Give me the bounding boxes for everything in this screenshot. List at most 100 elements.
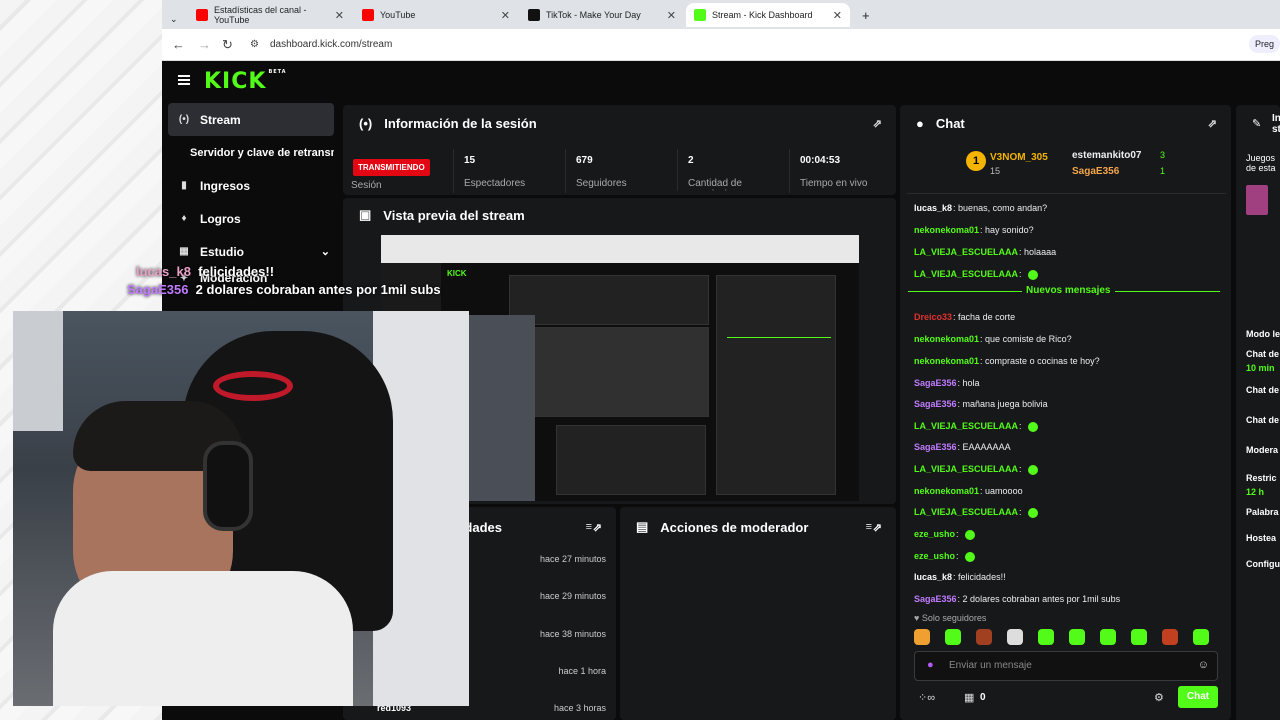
emote-bar[interactable] [914,629,1224,647]
tab-youtube[interactable]: YouTube ✕ [354,3,518,27]
chat-username[interactable]: LA_VIEJA_ESCUELAAA [914,464,1018,474]
chat-title: Chat [935,115,965,131]
forward-icon[interactable]: → [198,37,211,52]
sidebar-item-ingresos[interactable]: ▮ Ingresos [168,169,334,202]
emote-icon [1028,269,1039,280]
chat-icon: ● [916,115,924,131]
mic-icon[interactable]: ● [927,659,934,671]
back-icon[interactable]: ← [172,37,185,52]
chat-username[interactable]: lucas_k8 [914,572,952,582]
headphones [203,441,253,531]
chat-message: nekonekoma01: uamoooo [914,486,1023,496]
new-tab-button[interactable]: + [854,3,878,27]
popout-icon[interactable]: ⇗ [873,521,882,534]
points-count: 0 [980,692,986,703]
activity-time: hace 1 hora [558,666,606,676]
popout-icon[interactable]: ⇗ [873,117,882,130]
preview-icon: ▣ [359,207,372,222]
chat-username[interactable]: eze_usho [914,551,955,561]
chat-username[interactable]: lucas_k8 [914,203,952,213]
menu-icon[interactable] [178,75,190,85]
setting-item[interactable]: 10 min [1246,363,1280,373]
chat-text: holaaaa [1024,247,1057,257]
setting-item[interactable]: Palabra [1246,507,1280,517]
setting-item[interactable]: Hostea [1246,533,1280,543]
setting-item[interactable]: 12 h [1246,487,1280,497]
top-user-name[interactable]: V3NOM_305 [990,152,1048,163]
game-thumbnail[interactable] [1246,185,1268,215]
followers-only-label: ♥ Solo seguidores [914,613,987,623]
chat-panel: ● Chat ⇗ 1 V3NOM_305 15 estemankito07 3 Sa… [900,105,1231,720]
chat-text: que comiste de Rico? [985,334,1072,344]
chat-message: LA_VIEJA_ESCUELAAA: [914,269,1042,280]
mod-actions-panel: ▤ Acciones de moderador ≡ ⇗ [620,507,896,720]
stream-preview-title: Vista previa del stream [383,207,525,223]
chat-username[interactable]: nekonekoma01 [914,486,979,496]
chat-username[interactable]: eze_usho [914,529,955,539]
chat-username[interactable]: LA_VIEJA_ESCUELAAA [914,269,1018,279]
setting-item[interactable]: Configu [1246,559,1280,569]
popout-icon[interactable]: ⇗ [1208,117,1217,130]
chat-username[interactable]: SagaE356 [914,594,957,604]
store-icon[interactable]: ▦ [964,691,974,704]
chat-username[interactable]: nekonekoma01 [914,356,979,366]
chat-username[interactable]: SagaE356 [914,399,957,409]
sidebar-item-logros[interactable]: ♦ Logros [168,202,334,235]
close-icon[interactable]: ✕ [833,9,842,22]
setting-item[interactable]: Chat de [1246,385,1280,395]
send-chat-button[interactable]: Chat [1178,686,1218,708]
emoji-icon[interactable]: ☺ [1198,659,1209,671]
wrench-icon: ✎ [1252,118,1262,130]
top-user-count: 3 [1160,150,1166,160]
chat-message: LA_VIEJA_ESCUELAAA: holaaaa [914,247,1057,257]
sidebar-item-stream[interactable]: (•) Stream [168,103,334,136]
chat-username[interactable]: Dreico33 [914,312,952,322]
chat-username[interactable]: LA_VIEJA_ESCUELAAA [914,247,1018,257]
chat-username[interactable]: nekonekoma01 [914,334,979,344]
top-user-name[interactable]: estemankito07 [1072,150,1141,161]
stat-viewers: 15 Espectadores [453,149,525,193]
popout-icon[interactable]: ⇗ [593,521,602,534]
setting-item[interactable]: Restric [1246,473,1280,483]
points-icon[interactable]: ⁘∞ [918,691,935,704]
chat-input[interactable]: ● Enviar un mensaje ☺ [914,651,1218,681]
setting-item[interactable]: Chat de [1246,349,1280,359]
setting-item[interactable]: Modo le [1246,329,1280,339]
chat-message: SagaE356: mañana juega bolivia [914,399,1048,409]
emote-icon [1028,421,1039,432]
kick-logo[interactable]: KICK BETA [204,69,287,94]
filter-icon[interactable]: ≡ [866,521,872,533]
sidebar: (•) Stream Servidor y clave de retransmi … [162,103,340,288]
top-user-name[interactable]: SagaE356 [1072,166,1119,177]
site-info-icon[interactable]: ⚙ [250,39,259,50]
tab-youtube-studio[interactable]: Estadísticas del canal - YouTube ✕ [188,3,352,27]
chat-message: lucas_k8: felicidades!! [914,572,1006,582]
tab-kick-dashboard[interactable]: Stream - Kick Dashboard ✕ [686,3,850,27]
sidebar-item-server-key[interactable]: Servidor y clave de retransmi [168,136,334,169]
reload-icon[interactable]: ↻ [222,37,233,53]
top-user-count: 15 [990,166,1001,176]
extension-button[interactable]: Preg [1248,35,1280,53]
emote-icon [965,551,976,562]
url-field[interactable]: dashboard.kick.com/stream [266,35,1166,55]
chat-username[interactable]: SagaE356 [914,442,957,452]
chevron-down-icon[interactable]: ⌄ [321,245,330,258]
setting-item[interactable]: Modera [1246,445,1280,455]
chat-username[interactable]: LA_VIEJA_ESCUELAAA [914,421,1018,431]
chat-username[interactable]: nekonekoma01 [914,225,979,235]
tab-search-icon[interactable]: ⌄ [162,7,178,31]
tab-tiktok[interactable]: TikTok - Make Your Day ✕ [520,3,684,27]
chat-text: facha de corte [958,312,1016,322]
chart-icon: ▮ [181,180,187,191]
chat-text: hay sonido? [985,225,1034,235]
chat-message: nekonekoma01: compraste o cocinas te hoy… [914,356,1100,366]
chat-username[interactable]: LA_VIEJA_ESCUELAAA [914,507,1018,517]
close-icon[interactable]: ✕ [335,9,344,22]
chat-message: SagaE356: hola [914,378,980,388]
filter-icon[interactable]: ≡ [586,521,592,533]
settings-icon[interactable]: ⚙ [1154,691,1164,704]
close-icon[interactable]: ✕ [501,9,510,22]
close-icon[interactable]: ✕ [667,9,676,22]
setting-item[interactable]: Chat de [1246,415,1280,425]
chat-username[interactable]: SagaE356 [914,378,957,388]
